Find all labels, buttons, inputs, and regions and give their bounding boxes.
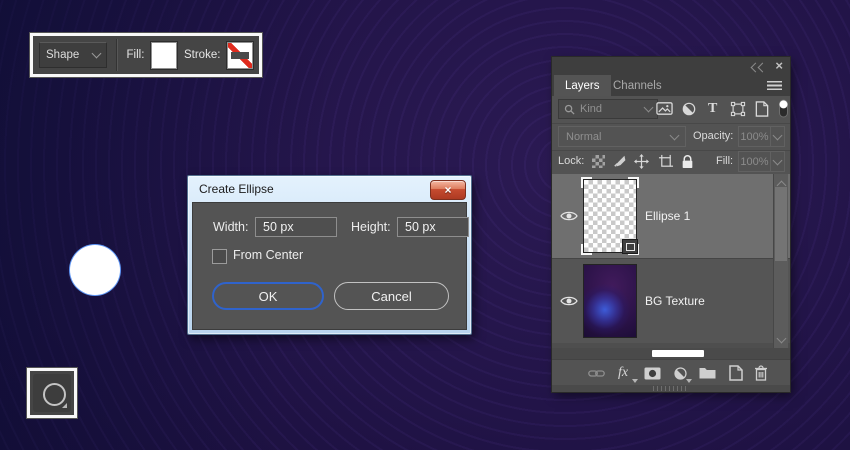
lock-position-move-icon[interactable] [634,154,649,169]
filter-toggle-icon[interactable] [778,98,789,119]
adjustment-filter-icon[interactable] [681,101,697,117]
grip-marks-icon [653,386,689,391]
width-label: Width: [213,220,249,234]
tool-options-bar: Shape Fill: Stroke: [29,32,263,78]
ellipse-tool-button[interactable] [26,367,78,419]
panel-menu-icon[interactable] [767,81,782,90]
fx-flyout-arrow-icon [632,379,638,383]
shape-filter-icon[interactable] [730,101,746,117]
layer-row-bg-texture[interactable]: BG Texture [552,259,790,343]
tool-mode-select[interactable]: Shape [39,42,107,68]
layer-thumbnail-ellipse-1[interactable] [581,177,639,255]
separator [115,39,118,71]
dialog-title: Create Ellipse [199,182,274,196]
blend-row: Normal Opacity: 100% [552,123,790,151]
collapse-panel-icon[interactable] [750,62,768,74]
opacity-value: 100% [740,130,769,143]
panel-footer-toolbar: fx [552,359,790,386]
link-layers-icon[interactable] [588,368,605,379]
close-icon: × [444,183,452,197]
opacity-label: Opacity: [693,130,734,142]
from-center-label: From Center [233,248,304,262]
shape-layer-badge-icon [622,239,638,254]
delete-layer-trash-icon[interactable] [754,365,768,381]
close-panel-icon[interactable]: × [775,58,783,73]
height-label: Height: [351,220,391,234]
tool-mode-value: Shape [46,49,80,61]
smart-object-filter-icon[interactable] [755,101,769,117]
new-layer-icon[interactable] [729,365,743,381]
kind-filter-value: Kind [580,103,603,115]
chevron-down-icon [772,155,783,165]
drawn-ellipse-shape [70,245,120,295]
fill-label: Fill: [126,49,145,61]
lock-transparency-icon[interactable] [592,155,605,168]
dialog-body: Width: Height: From Center OK Cancel [192,202,469,330]
lock-artboard-icon[interactable] [658,154,674,169]
layer-style-fx-icon[interactable]: fx [618,366,628,380]
lock-label: Lock: [558,155,585,167]
fill-value-select[interactable]: 100% [738,151,785,172]
from-center-checkbox[interactable] [212,249,227,264]
horizontal-scrollbar[interactable] [552,348,790,359]
lock-pixels-brush-icon[interactable] [612,154,627,169]
fill-label: Fill: [716,155,734,167]
layer-row-ellipse-1[interactable]: Ellipse 1 [552,174,790,259]
fill-value: 100% [740,155,769,168]
lock-row: Lock: Fill: 100% [552,150,790,175]
blend-mode-value: Normal [566,130,602,143]
add-layer-mask-icon[interactable] [644,367,661,380]
width-input[interactable] [255,217,337,237]
stroke-color-swatch[interactable] [227,41,254,69]
stroke-bar-icon [231,51,250,59]
search-icon [564,104,575,115]
visibility-eye-icon[interactable] [560,295,578,307]
lock-all-padlock-icon[interactable] [681,154,694,169]
chevron-down-icon [91,48,102,59]
blend-mode-select[interactable]: Normal [558,126,686,147]
panel-tabs: Layers Channels [552,75,790,96]
filter-row: Kind T [552,96,790,124]
dialog-close-button[interactable]: × [430,180,466,200]
tool-flyout-triangle-icon [62,403,67,408]
layer-name: Ellipse 1 [645,209,691,223]
scroll-down-icon[interactable] [776,333,787,344]
stroke-label: Stroke: [183,49,221,61]
dialog-titlebar[interactable]: Create Ellipse × [188,176,471,202]
tool-button-background [33,374,71,412]
adjustment-flyout-arrow-icon [686,379,692,383]
ok-button[interactable]: OK [212,282,324,310]
chevron-down-icon [772,130,783,140]
kind-filter-select[interactable]: Kind [558,99,658,119]
vertical-scrollbar[interactable] [773,174,788,348]
layer-name: BG Texture [645,294,705,308]
layers-list: Ellipse 1 BG Texture [552,174,790,348]
pixel-filter-icon[interactable] [656,101,673,116]
visibility-eye-icon[interactable] [560,210,578,222]
layers-panel: × Layers Channels Kind T Normal Opacity:… [552,57,790,392]
fill-color-swatch[interactable] [151,41,177,69]
layer-thumbnail-bg-texture[interactable] [583,264,637,338]
height-input[interactable] [397,217,469,237]
chevron-down-icon [669,130,680,140]
tab-channels[interactable]: Channels [602,75,673,96]
new-group-folder-icon[interactable] [699,367,716,379]
opacity-value-select[interactable]: 100% [738,126,785,147]
vertical-scrollbar-thumb[interactable] [775,187,787,261]
panel-resize-grip[interactable] [552,385,790,392]
horizontal-scrollbar-thumb[interactable] [652,350,704,357]
type-filter-icon[interactable]: T [708,102,717,116]
panel-header: × [552,57,790,75]
chevron-down-icon [643,102,654,113]
create-ellipse-dialog: Create Ellipse × Width: Height: From Cen… [187,175,472,335]
cancel-button[interactable]: Cancel [334,282,449,310]
photoshop-workspace: Shape Fill: Stroke: Create Ellipse × Wid… [0,0,850,450]
